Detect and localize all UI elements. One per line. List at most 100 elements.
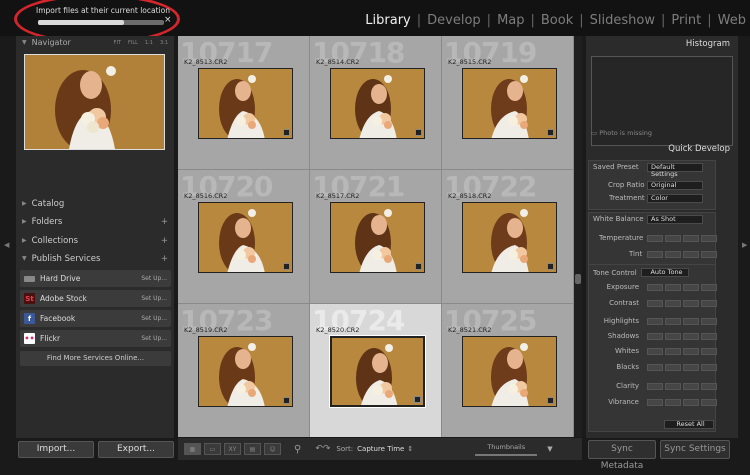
- sort-dropdown-icon[interactable]: ⇕: [407, 445, 413, 453]
- add-publish-service-icon[interactable]: +: [161, 254, 168, 264]
- compare-view-icon[interactable]: XY: [224, 443, 241, 455]
- thumbnail-photo[interactable]: [329, 335, 426, 408]
- grid-view-icon[interactable]: ▦: [184, 443, 201, 455]
- panel-catalog[interactable]: ▶ Catalog: [16, 196, 174, 212]
- zoom-3-1[interactable]: 3:1: [160, 40, 168, 48]
- navigator-header[interactable]: ▼ Navigator FIT FILL 1:1 3:1: [16, 36, 174, 50]
- module-develop[interactable]: Develop: [427, 13, 481, 28]
- treatment-select[interactable]: Color: [647, 194, 703, 203]
- thumbnail-photo[interactable]: [330, 68, 425, 139]
- thumbnail-photo[interactable]: [462, 68, 557, 139]
- module-book[interactable]: Book: [541, 13, 573, 28]
- shadows-stepper[interactable]: [647, 333, 717, 340]
- module-separator: |: [416, 13, 422, 28]
- zoom-1-1[interactable]: 1:1: [145, 40, 153, 48]
- sync-metadata-button[interactable]: Sync Metadata: [588, 440, 656, 471]
- badge-icon: [547, 397, 554, 404]
- vibrance-stepper[interactable]: [647, 399, 717, 406]
- sort-select[interactable]: Capture Time: [357, 445, 404, 453]
- sync-settings-button[interactable]: Sync Settings: [660, 440, 730, 459]
- thumbnail-size[interactable]: Thumbnails: [475, 442, 538, 456]
- toolbar-menu-icon[interactable]: ▼: [547, 445, 552, 453]
- tone-slider-label: Whites: [614, 347, 639, 355]
- rotate-icons[interactable]: ↶↷: [315, 444, 330, 454]
- collapse-left-icon[interactable]: ◀: [4, 241, 9, 249]
- thumbnail-cell[interactable]: 10723 K2_8519.CR2: [178, 304, 310, 437]
- module-separator: |: [530, 13, 535, 28]
- exposure-stepper[interactable]: [647, 284, 717, 291]
- thumbnail-photo[interactable]: [198, 202, 293, 273]
- thumbnails-label: Thumbnails: [487, 442, 526, 451]
- panel-folders[interactable]: ▶ Folders +: [16, 214, 174, 230]
- thumbnail-cell[interactable]: 10725 K2_8521.CR2: [442, 304, 574, 437]
- saved-preset-select[interactable]: Default Settings: [647, 163, 703, 178]
- people-view-icon[interactable]: ☺: [264, 443, 281, 455]
- thumbnail-photo[interactable]: [462, 202, 557, 273]
- add-collection-icon[interactable]: +: [161, 236, 168, 246]
- file-name: K2_8519.CR2: [184, 326, 228, 334]
- file-name: K2_8521.CR2: [448, 326, 492, 334]
- panel-collections[interactable]: ▶ Collections +: [16, 233, 174, 249]
- thumbnail-cell[interactable]: 10720 K2_8516.CR2: [178, 170, 310, 304]
- thumbnail-cell[interactable]: 10719 K2_8515.CR2: [442, 36, 574, 170]
- module-library[interactable]: Library: [365, 13, 410, 28]
- service-setup-link[interactable]: Set Up...: [141, 295, 167, 302]
- blacks-stepper[interactable]: [647, 364, 717, 371]
- service-adobe-stock[interactable]: St Adobe Stock Set Up...: [20, 290, 171, 307]
- white-balance-select[interactable]: As Shot: [647, 215, 703, 224]
- thumbnail-cell[interactable]: 10724 K2_8520.CR2: [310, 304, 442, 437]
- thumbnail-cell[interactable]: 10717 K2_8513.CR2: [178, 36, 310, 170]
- service-setup-link[interactable]: Set Up...: [141, 335, 167, 342]
- collapse-right-icon[interactable]: ▶: [742, 241, 747, 249]
- navigator-preview[interactable]: [24, 54, 165, 150]
- reset-all-button[interactable]: Reset All: [664, 420, 714, 429]
- badge-icon: [414, 396, 421, 403]
- crop-ratio-select[interactable]: Original: [647, 181, 703, 190]
- close-import-icon[interactable]: ×: [164, 15, 172, 25]
- module-slideshow[interactable]: Slideshow: [590, 13, 655, 28]
- add-folder-icon[interactable]: +: [161, 217, 168, 227]
- contrast-stepper[interactable]: [647, 300, 717, 307]
- module-map[interactable]: Map: [497, 13, 524, 28]
- panel-publish-services[interactable]: ▼ Publish Services +: [16, 251, 174, 267]
- temperature-stepper[interactable]: [647, 235, 717, 242]
- module-web[interactable]: Web: [718, 13, 746, 28]
- find-more-services-button[interactable]: Find More Services Online...: [20, 351, 171, 366]
- thumbnail-cell[interactable]: 10718 K2_8514.CR2: [310, 36, 442, 170]
- zoom-fill[interactable]: FILL: [128, 40, 138, 48]
- import-progress-bar: [38, 20, 164, 25]
- panel-collections-label: Collections: [31, 236, 79, 246]
- clarity-stepper[interactable]: [647, 383, 717, 390]
- tone-slider-label: Contrast: [609, 299, 639, 307]
- zoom-fit[interactable]: FIT: [114, 40, 121, 48]
- service-hard-drive[interactable]: Hard Drive Set Up...: [20, 270, 171, 287]
- thumbnail-photo[interactable]: [462, 336, 557, 407]
- badge-icon: [415, 263, 422, 270]
- tint-stepper[interactable]: [647, 251, 717, 258]
- scrollbar-thumb[interactable]: [575, 274, 581, 284]
- service-facebook[interactable]: f Facebook Set Up...: [20, 310, 171, 327]
- badge-icon: [283, 263, 290, 270]
- thumbnail-photo[interactable]: [330, 202, 425, 273]
- service-setup-link[interactable]: Set Up...: [141, 275, 167, 282]
- module-print[interactable]: Print: [671, 13, 701, 28]
- thumbnail-cell[interactable]: 10722 K2_8518.CR2: [442, 170, 574, 304]
- service-setup-link[interactable]: Set Up...: [141, 315, 167, 322]
- thumbnail-size-slider[interactable]: [475, 453, 538, 456]
- survey-view-icon[interactable]: ▤: [244, 443, 261, 455]
- loupe-view-icon[interactable]: ▭: [204, 443, 221, 455]
- import-button[interactable]: Import...: [18, 441, 94, 458]
- panel-publish-label: Publish Services: [31, 254, 101, 264]
- export-button[interactable]: Export...: [98, 441, 174, 458]
- auto-tone-button[interactable]: Auto Tone: [641, 268, 689, 277]
- grid-scrollbar[interactable]: [574, 36, 582, 437]
- badge-icon: [283, 129, 290, 136]
- highlights-stepper[interactable]: [647, 318, 717, 325]
- thumbnail-photo[interactable]: [198, 336, 293, 407]
- saved-preset-section: Saved Preset Default Settings Crop Ratio…: [588, 160, 716, 210]
- thumbnail-cell[interactable]: 10721 K2_8517.CR2: [310, 170, 442, 304]
- whites-stepper[interactable]: [647, 348, 717, 355]
- service-flickr[interactable]: •• Flickr Set Up...: [20, 330, 171, 347]
- thumbnail-photo[interactable]: [198, 68, 293, 139]
- painter-icon[interactable]: ⚲: [294, 444, 301, 455]
